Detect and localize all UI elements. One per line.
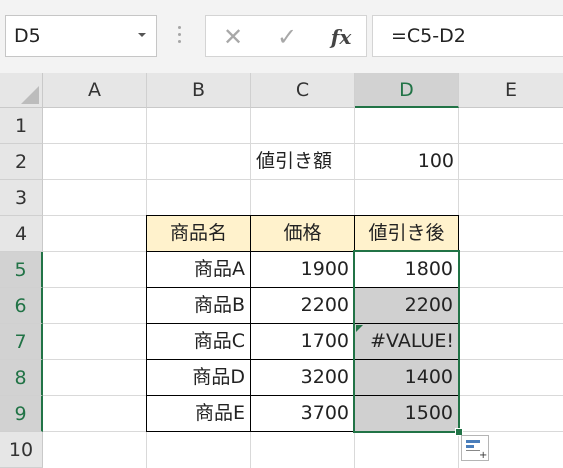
row-header-7[interactable]: 7 (0, 324, 43, 360)
enter-check-icon[interactable]: ✓ (272, 22, 302, 52)
row-header-8[interactable]: 8 (0, 360, 43, 396)
cell-c9[interactable]: 3700 (250, 395, 355, 432)
row-header-6[interactable]: 6 (0, 288, 43, 324)
cell-c7[interactable]: 1700 (250, 323, 355, 360)
row-header-10[interactable]: 10 (0, 432, 43, 468)
row-header-1[interactable]: 1 (0, 108, 43, 144)
cell-c5[interactable]: 1900 (250, 251, 355, 288)
cell-c2[interactable]: 値引き額 (251, 144, 355, 180)
spreadsheet-grid: A B C D E 1 2 3 4 5 6 7 8 9 10 値引き額 100 … (0, 73, 563, 468)
cancel-icon[interactable]: ✕ (218, 22, 248, 52)
selection-range (353, 250, 460, 433)
row-header-3[interactable]: 3 (0, 180, 43, 216)
quick-analysis-icon[interactable]: + (461, 435, 489, 461)
column-header-e[interactable]: E (459, 73, 563, 108)
name-box-dropdown-icon[interactable] (138, 33, 146, 37)
cell-b6[interactable]: 商品B (146, 287, 251, 324)
select-all-button[interactable] (0, 73, 43, 108)
cell-c4[interactable]: 価格 (250, 215, 355, 252)
grip-dots-icon[interactable] (177, 26, 181, 44)
row-header-5[interactable]: 5 (0, 252, 43, 288)
column-header-a[interactable]: A (43, 73, 147, 108)
cell-c6[interactable]: 2200 (250, 287, 355, 324)
cell-d2[interactable]: 100 (355, 144, 459, 180)
insert-function-icon[interactable]: fx (326, 22, 356, 52)
formula-input[interactable]: =C5-D2 (372, 15, 563, 57)
column-header-d[interactable]: D (355, 73, 459, 108)
row-header-4[interactable]: 4 (0, 216, 43, 252)
cell-d4[interactable]: 値引き後 (354, 215, 459, 252)
formula-bar-area: D5 ✕ ✓ fx =C5-D2 (0, 0, 563, 73)
column-header-c[interactable]: C (251, 73, 355, 108)
column-header-b[interactable]: B (147, 73, 251, 108)
formula-text: =C5-D2 (391, 25, 466, 47)
cell-b5[interactable]: 商品A (146, 251, 251, 288)
name-box-value: D5 (14, 25, 41, 47)
cell-c8[interactable]: 3200 (250, 359, 355, 396)
cell-b7[interactable]: 商品C (146, 323, 251, 360)
cell-b9[interactable]: 商品E (146, 395, 251, 432)
cell-b4[interactable]: 商品名 (146, 215, 251, 252)
name-box[interactable]: D5 (5, 15, 157, 57)
row-header-9[interactable]: 9 (0, 396, 43, 432)
formula-buttons: ✕ ✓ fx (205, 15, 367, 57)
cell-b8[interactable]: 商品D (146, 359, 251, 396)
row-header-2[interactable]: 2 (0, 144, 43, 180)
